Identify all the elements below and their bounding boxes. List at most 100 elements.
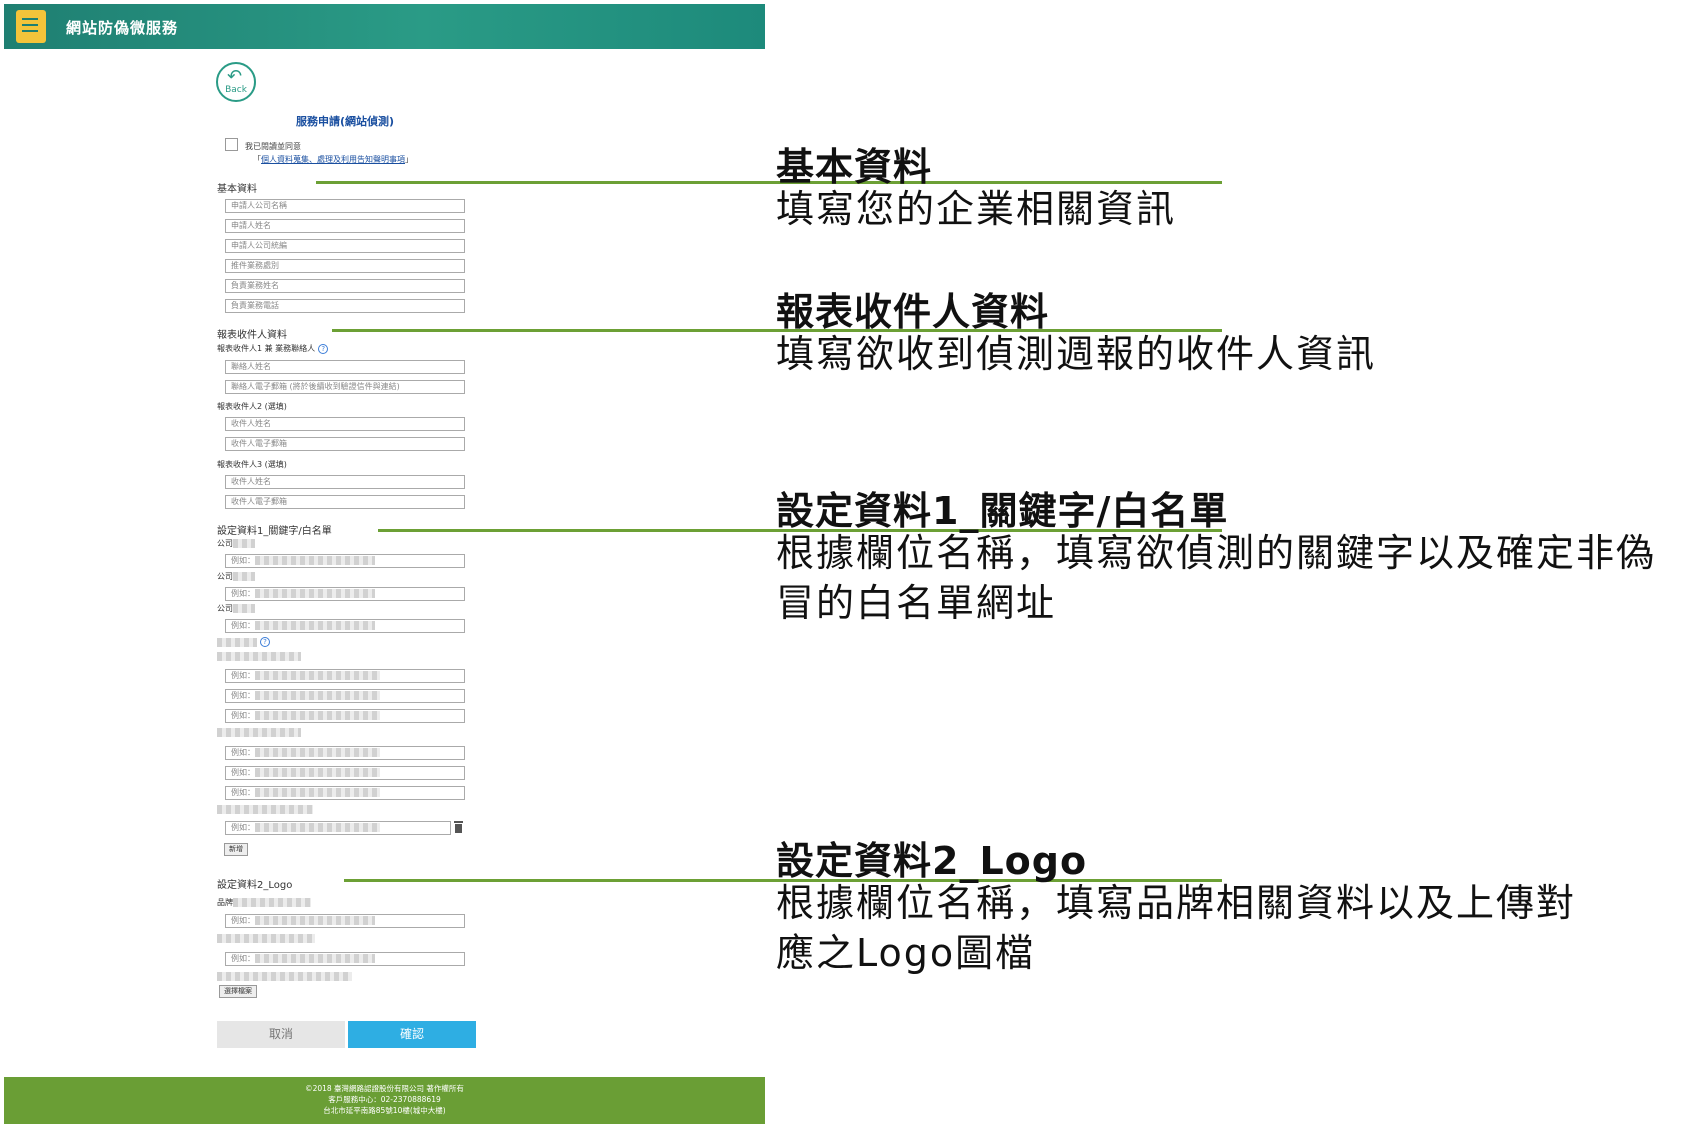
company-label-text: 公司 [217,572,233,581]
company-label-2: 公司 [217,571,255,582]
sales-division-field[interactable]: 推件業務處別 [225,259,465,273]
redacted-text [255,711,380,720]
add-button[interactable]: 新增 [224,843,248,856]
company-label-1: 公司 [217,538,255,549]
help-icon[interactable]: ? [260,637,270,647]
example-prefix: 例如： [231,768,255,777]
brand-field-2[interactable]: 例如： [225,952,465,966]
redacted-text [233,604,255,613]
redacted-text [233,539,255,548]
annotation-setting2-desc-2: 應之Logo圖檔 [776,931,1036,975]
section-setting2-label: 設定資料2_Logo [217,880,293,891]
recipient3-label: 報表收件人3 (選填) [217,460,287,469]
agree-text: 我已閱讀並同意 [245,142,301,151]
redacted-text [255,556,375,565]
brand-label: 品牌 [217,897,311,908]
sales-phone-field[interactable]: 負責業務電話 [225,299,465,313]
example-prefix: 例如： [231,788,255,797]
confirm-button[interactable]: 確認 [348,1021,476,1048]
redacted-text [233,572,255,581]
section-basic-label: 基本資料 [217,184,257,195]
keyword-field-1[interactable]: 例如： [225,554,465,568]
redacted-text [255,768,380,777]
example-prefix: 例如： [231,671,255,680]
redacted-text [217,652,301,661]
agree-checkbox[interactable] [225,138,238,151]
recipient2-name-field[interactable]: 收件人姓名 [225,417,465,431]
annotation-setting2-heading: 設定資料2_Logo [776,839,1088,883]
redacted-text [217,728,301,737]
redacted-text [255,589,375,598]
redacted-text [255,691,380,700]
whitelist-field-7[interactable]: 例如： [225,821,451,835]
recipient1-label: 報表收件人1 兼 業務聯絡人? [217,343,329,354]
redacted-text [255,748,380,757]
brand-field-1[interactable]: 例如： [225,914,465,928]
keyword-field-2[interactable]: 例如： [225,587,465,601]
example-prefix: 例如： [231,954,255,963]
form-title: 服務申請(網站偵測) [296,115,395,128]
whitelist-field-4[interactable]: 例如： [225,746,465,760]
whitelist-field-2[interactable]: 例如： [225,689,465,703]
whitelist-group-label: ? [217,637,270,647]
example-prefix: 例如： [231,823,255,832]
brand-label-text: 品牌 [217,898,233,907]
brand-sublabel [217,934,315,943]
recipient2-label: 報表收件人2 (選填) [217,402,287,411]
whitelist-sublabel-2 [217,728,301,737]
trash-icon[interactable] [453,821,464,833]
keyword-field-3[interactable]: 例如： [225,619,465,633]
recipient1-email-field[interactable]: 聯絡人電子郵箱 (將於後續收到驗證信件與連結) [225,380,465,394]
choose-file-button[interactable]: 選擇檔案 [219,985,257,998]
example-prefix: 例如： [231,556,255,565]
company-name-field[interactable]: 申請人公司名稱 [225,199,465,213]
redacted-text [217,972,352,981]
cancel-button[interactable]: 取消 [217,1021,345,1048]
whitelist-field-1[interactable]: 例如： [225,669,465,683]
redacted-text [255,916,375,925]
redacted-text [255,954,375,963]
recipient2-email-field[interactable]: 收件人電子郵箱 [225,437,465,451]
redacted-text [255,621,375,630]
example-prefix: 例如： [231,621,255,630]
annotation-setting1-desc-1: 根據欄位名稱，填寫欲偵測的關鍵字以及確定非偽 [776,531,1657,575]
redacted-text [217,805,313,814]
redacted-text [255,823,380,832]
example-prefix: 例如： [231,748,255,757]
company-label-text: 公司 [217,604,233,613]
example-prefix: 例如： [231,916,255,925]
annotation-report-desc: 填寫欲收到偵測週報的收件人資訊 [776,332,1377,376]
sales-name-field[interactable]: 負責業務姓名 [225,279,465,293]
company-tax-id-field[interactable]: 申請人公司統編 [225,239,465,253]
recipient3-email-field[interactable]: 收件人電子郵箱 [225,495,465,509]
example-prefix: 例如： [231,691,255,700]
whitelist-field-5[interactable]: 例如： [225,766,465,780]
back-button[interactable]: ↶ Back [216,62,256,102]
whitelist-sublabel-3 [217,805,313,814]
annotation-report-heading: 報表收件人資料 [776,290,1050,334]
service-logo-icon [16,10,46,43]
annotation-basic-desc: 填寫您的企業相關資訊 [776,187,1177,231]
footer-copyright: ©2018 臺灣網路認證股份有限公司 著作權所有 [305,1084,464,1093]
recipient3-name-field[interactable]: 收件人姓名 [225,475,465,489]
company-label-3: 公司 [217,603,255,614]
redacted-text [217,934,315,943]
back-arrow-icon: ↶ [227,66,243,87]
company-label-text: 公司 [217,539,233,548]
applicant-name-field[interactable]: 申請人姓名 [225,219,465,233]
example-prefix: 例如： [231,711,255,720]
agree-link-row: 「個人資料蒐集、處理及利用告知聲明事項」 [253,154,413,165]
privacy-notice-link[interactable]: 個人資料蒐集、處理及利用告知聲明事項 [261,155,405,164]
app-header: 網站防偽微服務 [4,4,765,49]
redacted-text [233,898,311,907]
whitelist-sublabel [217,652,301,661]
whitelist-field-3[interactable]: 例如： [225,709,465,723]
annotation-setting1-heading: 設定資料1_關鍵字/白名單 [776,489,1229,533]
help-icon[interactable]: ? [318,343,329,354]
section-setting1-label: 設定資料1_關鍵字/白名單 [217,526,332,537]
annotation-basic-heading: 基本資料 [776,145,933,189]
redacted-text [217,637,257,647]
whitelist-field-6[interactable]: 例如： [225,786,465,800]
app-title: 網站防偽微服務 [66,19,179,37]
recipient1-name-field[interactable]: 聯絡人姓名 [225,360,465,374]
